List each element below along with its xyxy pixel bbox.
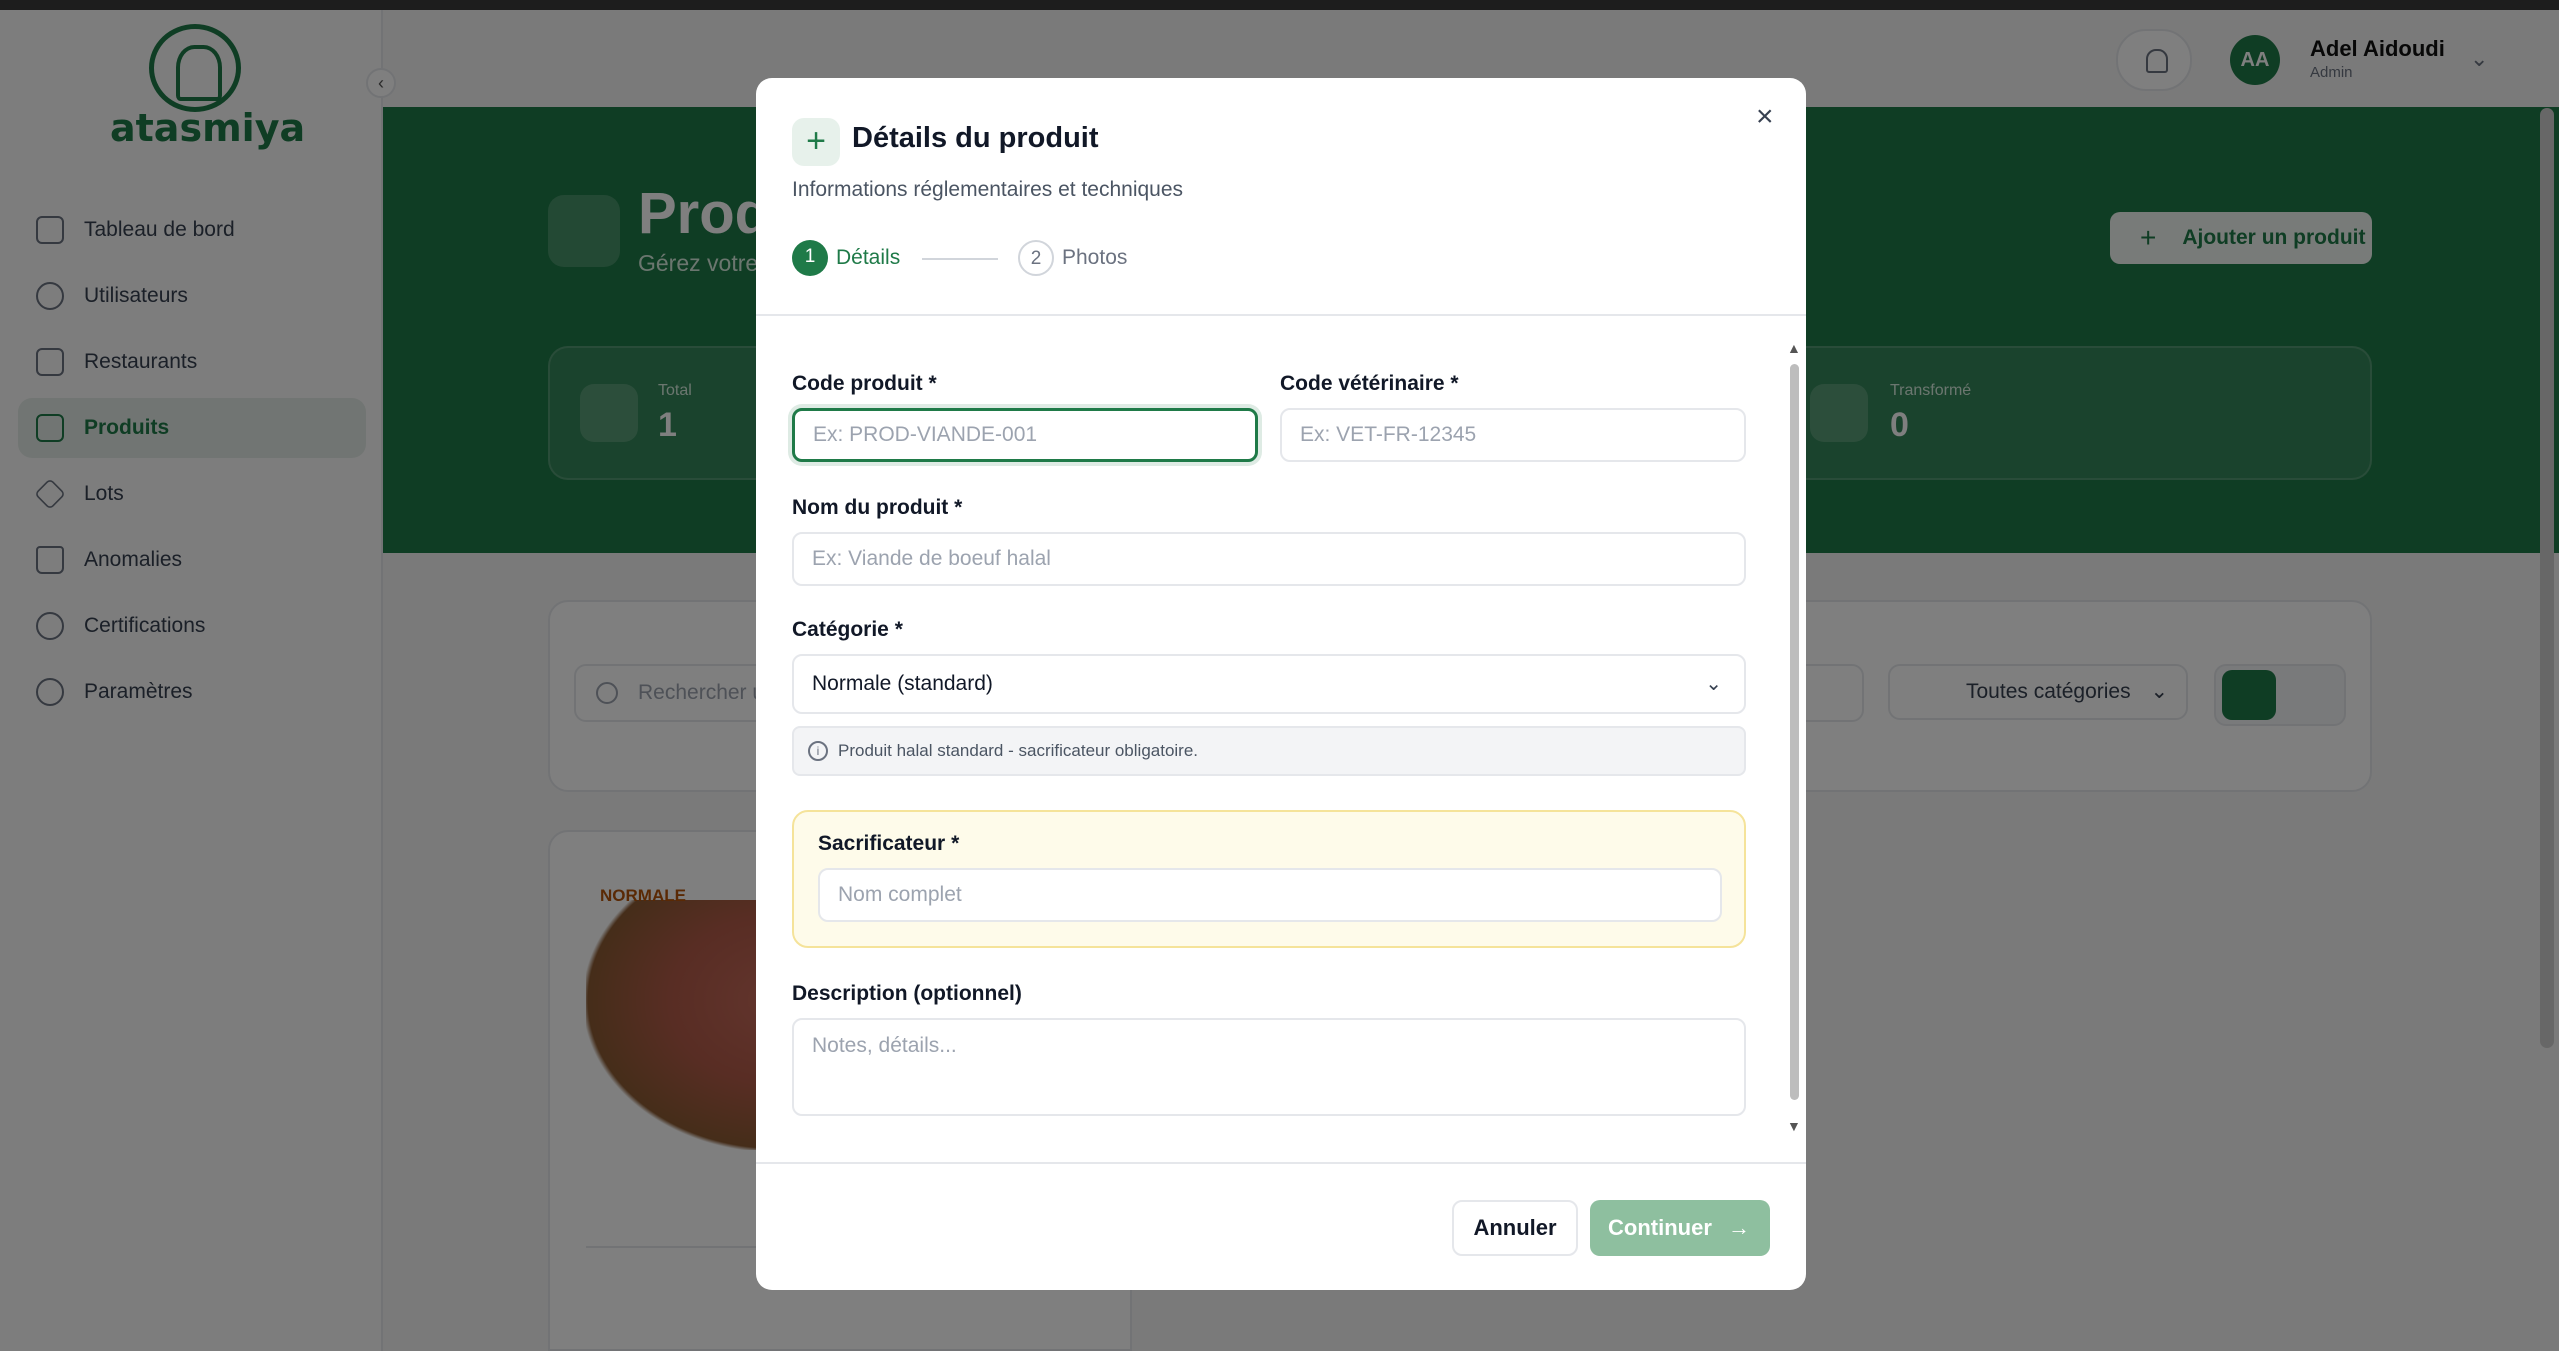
modal-subtitle: Informations réglementaires et technique… <box>792 178 1184 201</box>
continue-button[interactable]: Continuer → <box>1590 1200 1770 1256</box>
sacrificateur-label: Sacrificateur * <box>818 832 960 855</box>
step-1-indicator: 1 <box>792 240 828 276</box>
categorie-info-text: Produit halal standard - sacrificateur o… <box>838 741 1199 760</box>
divider <box>756 314 1806 316</box>
nom-produit-input[interactable]: Ex: Viande de boeuf halal <box>792 532 1746 586</box>
sacrificateur-panel: Sacrificateur * Nom complet <box>792 810 1746 948</box>
code-produit-label: Code produit * <box>792 372 937 395</box>
categorie-value: Normale (standard) <box>812 672 993 695</box>
chevron-down-icon: ⌄ <box>1705 673 1722 695</box>
scroll-up-arrow[interactable]: ▲ <box>1787 340 1801 356</box>
plus-icon: + <box>792 118 840 166</box>
arrow-right-icon: → <box>1728 1215 1750 1240</box>
code-veterinaire-input[interactable]: Ex: VET-FR-12345 <box>1280 408 1746 462</box>
categorie-info: i Produit halal standard - sacrificateur… <box>792 726 1746 776</box>
modal-title: Détails du produit <box>852 122 1099 154</box>
step-connector <box>922 258 998 260</box>
description-label: Description (optionnel) <box>792 982 1022 1005</box>
sacrificateur-input[interactable]: Nom complet <box>818 868 1722 922</box>
categorie-select[interactable]: Normale (standard) ⌄ <box>792 654 1746 714</box>
description-textarea[interactable]: Notes, détails... <box>792 1018 1746 1116</box>
code-produit-input[interactable]: Ex: PROD-VIANDE-001 <box>792 408 1258 462</box>
product-details-modal: + Détails du produit × Informations régl… <box>756 78 1806 1290</box>
close-icon[interactable]: × <box>1756 100 1774 134</box>
code-veterinaire-label: Code vétérinaire * <box>1280 372 1459 395</box>
step-2-indicator: 2 <box>1018 240 1054 276</box>
info-icon: i <box>808 741 828 761</box>
modal-scrollbar[interactable] <box>1790 364 1799 1100</box>
categorie-label: Catégorie * <box>792 618 903 641</box>
continue-label: Continuer <box>1608 1215 1712 1240</box>
step-2-label: Photos <box>1062 246 1128 269</box>
nom-produit-label: Nom du produit * <box>792 496 963 519</box>
step-1-label: Détails <box>836 246 901 269</box>
scroll-down-arrow[interactable]: ▼ <box>1787 1118 1801 1134</box>
divider <box>756 1162 1806 1164</box>
cancel-button[interactable]: Annuler <box>1452 1200 1578 1256</box>
